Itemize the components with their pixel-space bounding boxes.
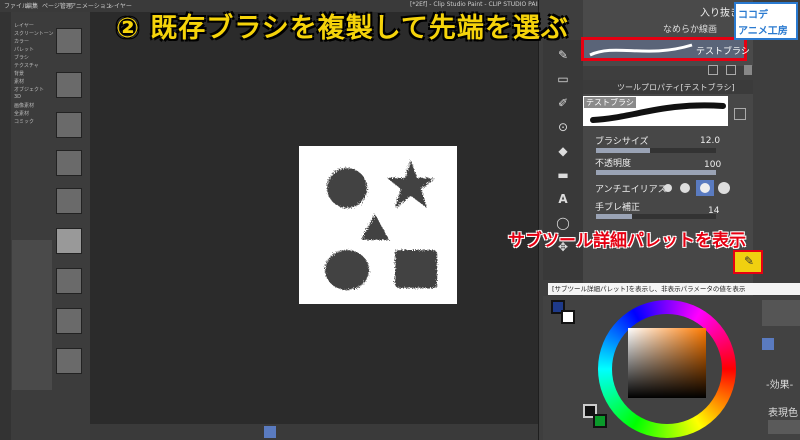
brush-item-selected-label: テストブラシ xyxy=(696,47,750,57)
square-tip xyxy=(395,250,437,288)
brush-size-label: ブラシサイズ xyxy=(595,137,649,147)
material-thumbnail[interactable] xyxy=(56,268,82,294)
sidebar-item-7[interactable]: 素材 xyxy=(14,78,24,85)
eraser-icon[interactable]: ▭ xyxy=(556,72,570,86)
sidebar-item-10[interactable]: 画像素材 xyxy=(14,102,34,109)
material-thumbnail[interactable] xyxy=(56,112,82,138)
material-thumbnail[interactable] xyxy=(56,150,82,176)
expression-color-label: 表現色 xyxy=(768,408,798,419)
subtool-detail-icon: ✎ xyxy=(744,254,755,268)
material-thumbnail[interactable] xyxy=(56,28,82,54)
triangle-tip xyxy=(361,214,389,240)
add-subtool-icon[interactable] xyxy=(708,65,718,75)
annotation-callout: サブツール詳細パレットを表示 xyxy=(508,231,746,251)
eyedropper-icon[interactable]: ⊙ xyxy=(556,120,570,134)
brush-item-nameraka[interactable]: なめらか線画 xyxy=(663,22,717,35)
tooltip-text: [サブツール詳細パレット]を表示し、非表示パラメータの値を表示 xyxy=(552,285,746,293)
menu-page[interactable]: ページ管理 xyxy=(42,1,72,10)
star-tip xyxy=(387,160,435,208)
timeline-bar[interactable] xyxy=(90,424,538,440)
brush-icon[interactable]: ✐ xyxy=(556,96,570,110)
timeline-frame-current[interactable] xyxy=(264,426,276,438)
saturation-value-square[interactable] xyxy=(628,328,706,398)
channel-logo: ココデ アニメ工房 xyxy=(734,2,798,40)
material-thumbnail[interactable] xyxy=(56,188,82,214)
stroke-preview-name: テストブラシ xyxy=(584,97,636,108)
material-list[interactable] xyxy=(12,240,52,390)
antialias-weak-option[interactable] xyxy=(680,183,690,193)
opacity-label: 不透明度 xyxy=(595,159,632,169)
sidebar-item-11[interactable]: 全素材 xyxy=(14,110,29,117)
copy-subtool-icon[interactable] xyxy=(726,65,736,75)
menu-animation[interactable]: アニメーション xyxy=(70,1,112,10)
layer-thumbnail[interactable] xyxy=(762,300,800,326)
tooltip: [サブツール詳細パレット]を表示し、非表示パラメータの値を表示 xyxy=(548,283,800,295)
drawing-paper[interactable] xyxy=(299,146,457,304)
tool-property-title: ツールプロパティ[テストブラシ] xyxy=(617,83,735,92)
effect-label: -効果- xyxy=(766,380,794,391)
circle-tip xyxy=(327,168,367,208)
text-icon[interactable]: A xyxy=(556,192,570,206)
antialias-label: アンチエイリアス xyxy=(595,185,667,195)
logo-line-1: ココデ xyxy=(738,10,768,21)
eyedropper-icon[interactable] xyxy=(762,338,774,350)
secondary-color-swatch[interactable] xyxy=(593,414,607,428)
subtool-detail-button[interactable]: ✎ xyxy=(733,250,763,274)
sidebar-item-2[interactable]: カラー xyxy=(14,38,29,45)
sidebar-item-5[interactable]: テクスチャ xyxy=(14,62,39,69)
antialias-none-option[interactable] xyxy=(664,184,672,192)
stabilization-label: 手ブレ補正 xyxy=(595,203,641,213)
brush-stroke-preview xyxy=(589,43,693,57)
sub-color-swatch[interactable] xyxy=(561,310,575,324)
sidebar-item-4[interactable]: ブラシ xyxy=(14,54,29,61)
antialias-medium-dot xyxy=(700,183,710,193)
material-thumbnail[interactable] xyxy=(56,308,82,334)
gradient-icon[interactable]: ▬ xyxy=(556,168,570,182)
sidebar-item-12[interactable]: コミック xyxy=(14,118,34,125)
sidebar-item-8[interactable]: オブジェクト xyxy=(14,86,44,93)
logo-line-2: アニメ工房 xyxy=(738,26,788,37)
opacity-slider-fill xyxy=(596,170,716,175)
material-thumbnail[interactable] xyxy=(56,72,82,98)
delete-subtool-icon[interactable] xyxy=(744,65,752,75)
brush-size-value[interactable]: 12.0 xyxy=(700,136,720,146)
menu-file[interactable]: ファイル xyxy=(4,1,28,10)
material-thumbnail[interactable] xyxy=(56,348,82,374)
sidebar-item-0[interactable]: レイヤー xyxy=(14,22,34,29)
sidebar-item-9[interactable]: 3D xyxy=(14,94,21,100)
pen-icon[interactable]: ✎ xyxy=(556,48,570,62)
brush-size-slider-fill xyxy=(596,148,650,153)
sidebar-item-1[interactable]: スクリーントーン xyxy=(14,30,54,37)
sidebar-item-3[interactable]: パレット xyxy=(14,46,34,53)
sidebar-item-6[interactable]: 背景 xyxy=(14,70,24,77)
menu-edit[interactable]: 編集 xyxy=(26,1,38,10)
expression-color-select[interactable] xyxy=(768,420,800,434)
fill-icon[interactable]: ◆ xyxy=(556,144,570,158)
lock-icon[interactable] xyxy=(734,108,746,120)
tutorial-title: ② 既存ブラシを複製して先端を選ぶ xyxy=(116,13,569,44)
antialias-strong-option[interactable] xyxy=(718,182,730,194)
brush-tip-shapes xyxy=(325,160,437,290)
material-thumbnail[interactable] xyxy=(56,228,82,254)
blob-tip xyxy=(325,250,369,290)
stabilization-slider-fill xyxy=(596,214,632,219)
opacity-value[interactable]: 100 xyxy=(704,160,721,170)
left-icon-strip xyxy=(0,12,11,440)
